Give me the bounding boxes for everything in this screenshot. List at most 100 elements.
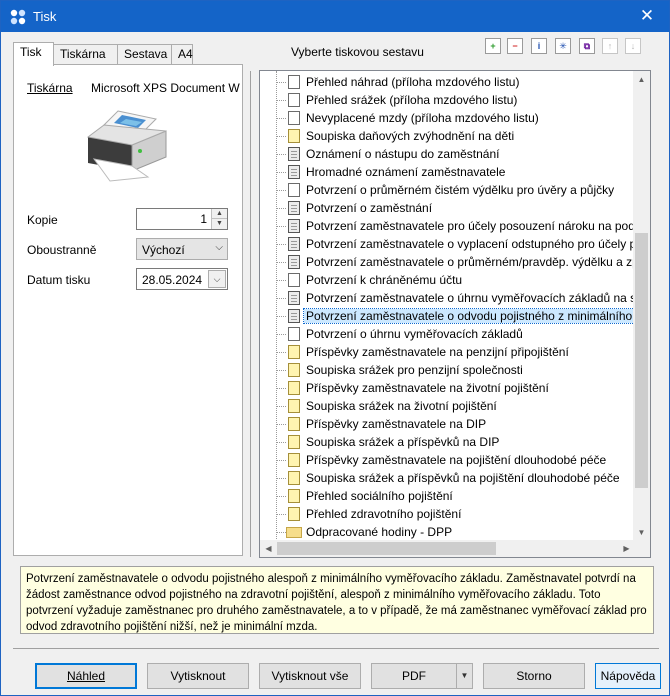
list-item-label: Potvrzení o úhrnu vyměřovacích základů — [306, 327, 523, 341]
list-item[interactable]: Potvrzení zaměstnavatele o průměrném/pra… — [260, 253, 639, 271]
move-up-icon[interactable]: ↑ — [602, 38, 618, 54]
preview-button[interactable]: Náhled — [35, 663, 137, 689]
report-document-icon — [288, 165, 300, 179]
list-item[interactable]: Potvrzení k chráněnému účtu — [260, 271, 636, 289]
tab-tiskarna[interactable]: Tiskárna — [53, 44, 118, 64]
cancel-button[interactable]: Storno — [483, 663, 585, 689]
list-item[interactable]: Přehled sociálního pojištění — [260, 487, 636, 505]
tree-connector — [277, 532, 286, 533]
print-all-button[interactable]: Vytisknout vše — [259, 663, 361, 689]
list-item[interactable]: Potvrzení zaměstnavatele o úhrnu vyměřov… — [260, 289, 643, 307]
printer-name: Microsoft XPS Document W — [91, 81, 240, 95]
copy-icon[interactable]: ⧉ — [579, 38, 595, 54]
splitter[interactable] — [250, 71, 251, 557]
report-document-icon — [288, 183, 300, 197]
vertical-scroll-thumb[interactable] — [635, 233, 648, 488]
vertical-scrollbar[interactable]: ▲ ▼ — [633, 71, 650, 541]
list-item[interactable]: Potvrzení zaměstnavatele o vyplacení ods… — [260, 235, 643, 253]
tab-sestava[interactable]: Sestava — [117, 44, 172, 64]
tree-connector — [277, 388, 286, 389]
copies-label: Kopie — [27, 213, 58, 227]
report-tree[interactable]: Přehled náhrad (příloha mzdového listu) P… — [259, 70, 651, 558]
pdf-button-label: PDF — [402, 669, 426, 683]
list-item[interactable]: Potvrzení o úhrnu vyměřovacích základů — [260, 325, 636, 343]
duplex-value: Výchozí — [142, 243, 185, 257]
scroll-up-icon[interactable]: ▲ — [633, 71, 650, 88]
tree-connector — [277, 370, 286, 371]
list-item[interactable]: Potvrzení o zaměstnání — [260, 199, 636, 217]
list-item[interactable]: Hromadné oznámení zaměstnavatele — [260, 163, 636, 181]
scroll-corner — [633, 540, 650, 557]
report-document-icon — [288, 399, 300, 413]
preview-button-label: Náhled — [66, 669, 106, 683]
calendar-dropdown-icon[interactable]: ⌵ — [208, 270, 226, 288]
list-item[interactable]: Přehled náhrad (příloha mzdového listu) — [260, 73, 636, 91]
horizontal-scroll-thumb[interactable] — [277, 542, 496, 555]
list-item[interactable]: Potvrzení o průměrném čistém výdělku pro… — [260, 181, 636, 199]
list-item[interactable]: Příspěvky zaměstnavatele na životní poji… — [260, 379, 636, 397]
report-document-icon — [288, 93, 300, 107]
report-document-icon — [288, 219, 300, 233]
list-item-label: Potvrzení o zaměstnání — [306, 201, 433, 215]
list-item-label: Soupiska srážek na životní pojištění — [306, 399, 497, 413]
print-button[interactable]: Vytisknout — [147, 663, 249, 689]
tree-connector — [277, 478, 286, 479]
list-item-label: Nevyplacené mzdy (příloha mzdového listu… — [306, 111, 539, 125]
horizontal-scrollbar[interactable]: ◀ ▶ — [260, 540, 635, 557]
report-document-icon — [288, 507, 300, 521]
list-item[interactable]: Oznámení o nástupu do zaměstnání — [260, 145, 636, 163]
scroll-down-icon[interactable]: ▼ — [633, 524, 650, 541]
tree-connector — [277, 118, 286, 119]
report-document-icon — [288, 453, 300, 467]
tree-connector — [277, 280, 286, 281]
list-item[interactable]: Soupiska srážek na životní pojištění — [260, 397, 636, 415]
list-item[interactable]: Nevyplacené mzdy (příloha mzdového listu… — [260, 109, 636, 127]
list-item[interactable]: Přehled zdravotního pojištění — [260, 505, 636, 523]
report-document-icon — [288, 309, 300, 323]
list-item[interactable]: Příspěvky zaměstnavatele na DIP — [260, 415, 636, 433]
report-document-icon — [288, 471, 300, 485]
title-bar[interactable]: Tisk ✕ — [1, 1, 669, 32]
new-icon[interactable]: ✳ — [555, 38, 571, 54]
date-picker[interactable]: 28.05.2024 ⌵ — [136, 268, 228, 290]
list-item[interactable]: Potvrzení zaměstnavatele o odvodu pojist… — [260, 307, 636, 325]
list-item[interactable]: Odpracované hodiny - DPP — [260, 523, 636, 541]
tree-connector — [277, 316, 286, 317]
printer-icon — [86, 110, 167, 182]
tab-tisk[interactable]: Tisk — [13, 42, 54, 66]
list-item[interactable]: Příspěvky zaměstnavatele na penzijní při… — [260, 343, 636, 361]
list-item-label: Příspěvky zaměstnavatele na životní poji… — [306, 381, 549, 395]
copies-spinner[interactable]: 1 ▲ ▼ — [136, 208, 228, 230]
pdf-button[interactable]: PDF ▼ — [371, 663, 473, 689]
list-item-label: Příspěvky zaměstnavatele na pojištění dl… — [306, 453, 607, 467]
list-item[interactable]: Potvrzení zaměstnavatele pro účely posou… — [260, 217, 642, 235]
list-item[interactable]: Přehled srážek (příloha mzdového listu) — [260, 91, 636, 109]
printer-link[interactable]: Tiskárna — [27, 81, 73, 95]
list-item-label: Soupiska daňových zvýhodnění na děti — [306, 129, 515, 143]
help-button[interactable]: Nápověda — [595, 663, 661, 689]
list-item[interactable]: Soupiska daňových zvýhodnění na děti — [260, 127, 636, 145]
pdf-dropdown-icon[interactable]: ▼ — [456, 664, 472, 688]
info-icon[interactable]: i — [531, 38, 547, 54]
report-document-icon — [288, 201, 300, 215]
tree-connector — [277, 154, 286, 155]
scroll-left-icon[interactable]: ◀ — [260, 540, 277, 557]
report-document-icon — [288, 255, 300, 269]
close-icon[interactable]: ✕ — [625, 1, 669, 32]
duplex-select[interactable]: Výchozí ⌵ — [136, 238, 228, 260]
list-item[interactable]: Příspěvky zaměstnavatele na pojištění dl… — [260, 451, 636, 469]
add-icon[interactable]: + — [485, 38, 501, 54]
copies-value: 1 — [200, 212, 207, 226]
report-document-icon — [288, 273, 300, 287]
folder-icon — [286, 527, 302, 538]
remove-icon[interactable]: − — [507, 38, 523, 54]
tab-a4[interactable]: A4 — [171, 44, 193, 64]
move-down-icon[interactable]: ↓ — [625, 38, 641, 54]
spin-up-icon[interactable]: ▲ — [211, 209, 227, 219]
list-item[interactable]: Soupiska srážek a příspěvků na DIP — [260, 433, 636, 451]
report-document-icon — [288, 147, 300, 161]
list-item-label: Přehled sociálního pojištění — [306, 489, 453, 503]
list-item[interactable]: Soupiska srážek a příspěvků na pojištění… — [260, 469, 636, 487]
spin-down-icon[interactable]: ▼ — [211, 219, 227, 229]
list-item[interactable]: Soupiska srážek pro penzijní společnosti — [260, 361, 636, 379]
